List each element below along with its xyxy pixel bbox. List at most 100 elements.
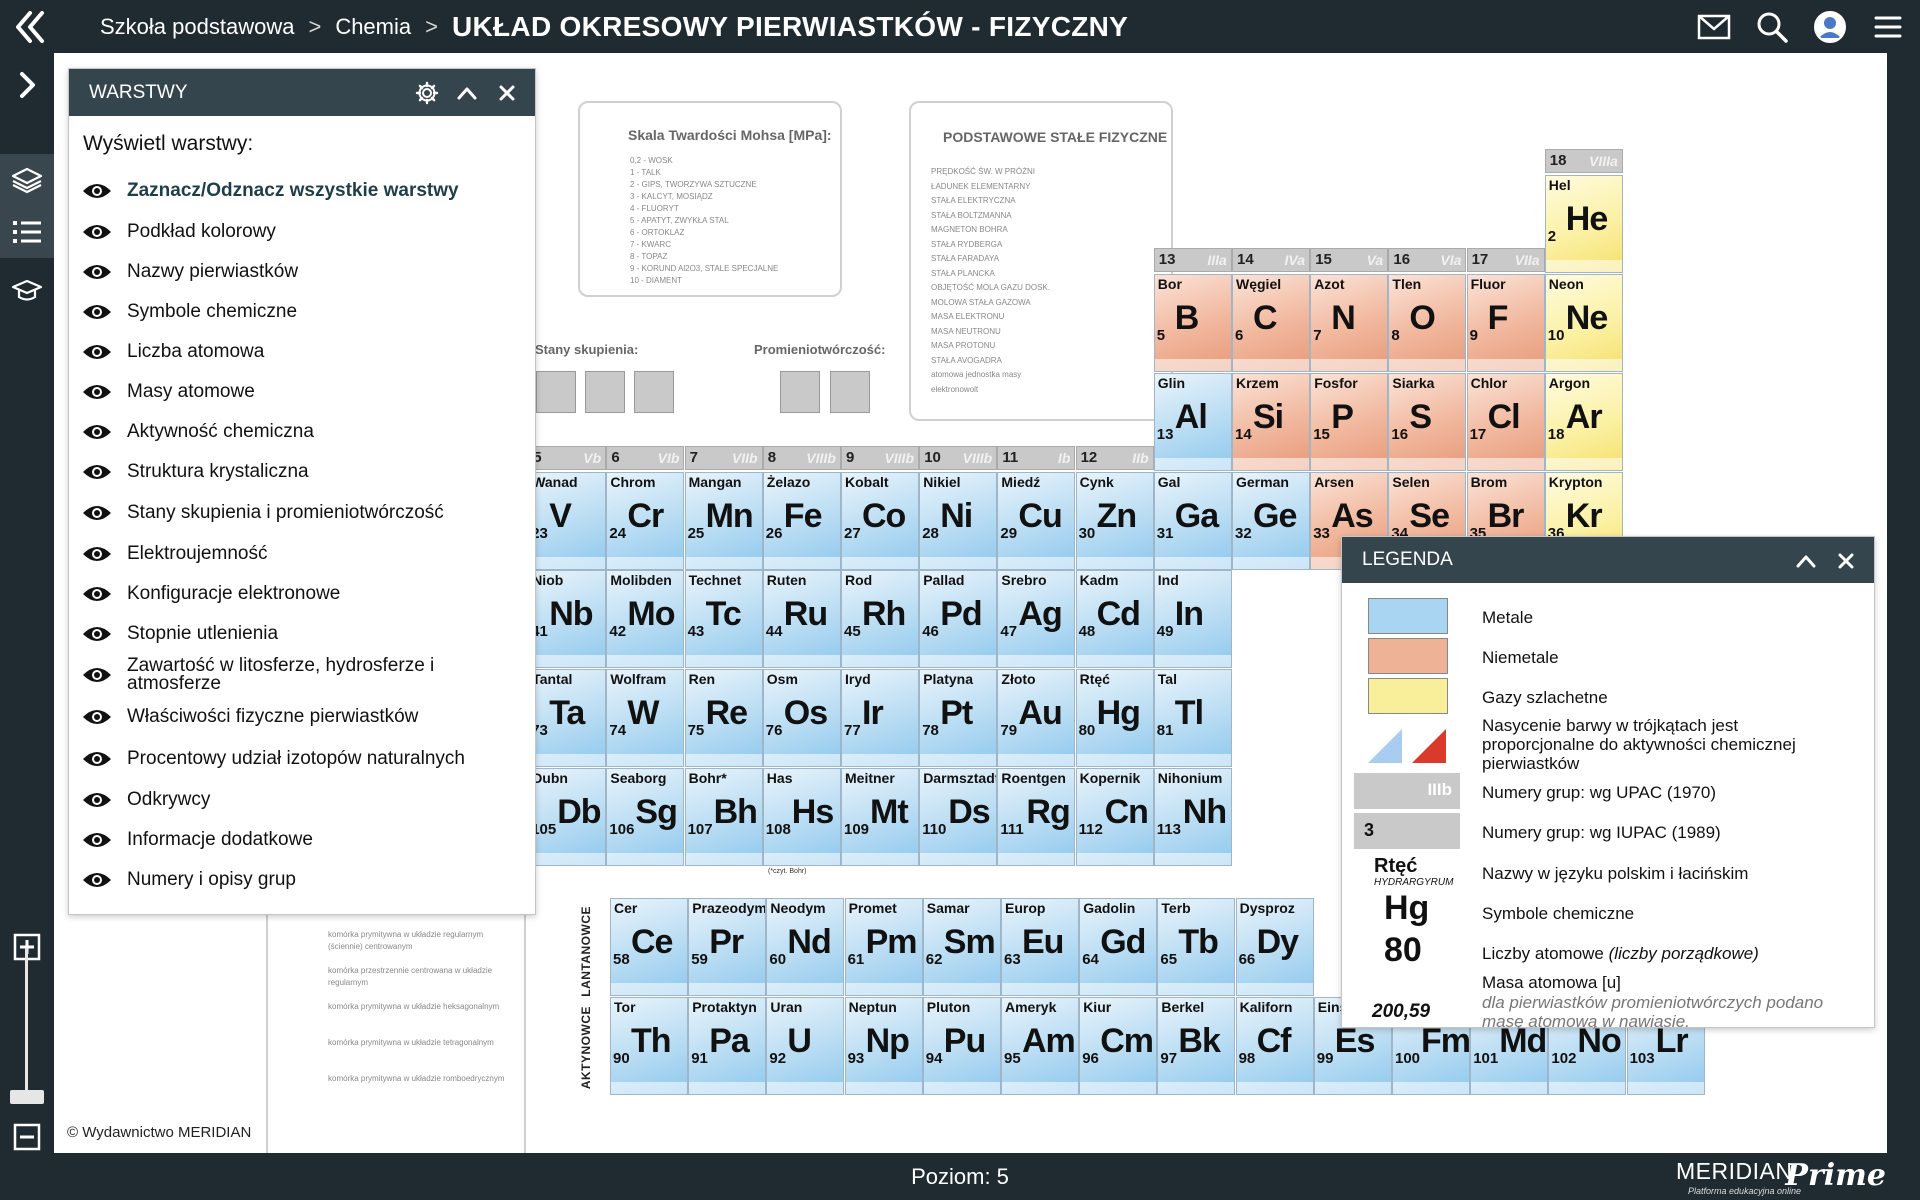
element-cell[interactable]: Terb Tb 65	[1157, 898, 1236, 996]
breadcrumb-item[interactable]: Szkoła podstawowa	[100, 14, 294, 40]
layer-toggle[interactable]: Informacje dodatkowe	[69, 820, 535, 860]
layer-toggle[interactable]: Nazwy pierwiastków	[69, 252, 535, 292]
eye-icon[interactable]	[81, 462, 113, 482]
layers-icon[interactable]	[0, 154, 54, 206]
element-cell[interactable]: Kobalt Co 27	[841, 472, 919, 570]
eye-icon[interactable]	[81, 382, 113, 402]
element-cell[interactable]: Chlor Cl 17	[1466, 373, 1545, 471]
element-cell[interactable]: Prazeodym Pr 59	[688, 898, 767, 996]
eye-icon[interactable]	[81, 584, 113, 604]
element-cell[interactable]: Ruten Ru 44	[762, 570, 841, 668]
element-cell[interactable]: Samar Sm 62	[922, 898, 1001, 996]
user-icon[interactable]	[1812, 9, 1848, 45]
element-cell[interactable]: Hel He 2	[1544, 175, 1623, 273]
element-cell[interactable]: Iryd Ir 77	[841, 669, 919, 767]
graduation-cap-icon[interactable]	[0, 265, 54, 317]
element-cell[interactable]: Siarka S 16	[1388, 373, 1467, 471]
close-icon[interactable]	[493, 79, 521, 107]
eye-icon[interactable]	[81, 503, 113, 523]
element-cell[interactable]: Miedź Cu 29	[997, 472, 1076, 570]
element-cell[interactable]: Kopernik Cn 112	[1075, 768, 1154, 866]
element-cell[interactable]: Seaborg Sg 106	[606, 768, 685, 866]
chevron-right-icon[interactable]	[0, 59, 54, 111]
element-cell[interactable]: Promet Pm 61	[844, 898, 923, 996]
element-cell[interactable]: Glin Al 13	[1153, 373, 1232, 471]
layer-toggle[interactable]: Symbole chemiczne	[69, 292, 535, 332]
element-cell[interactable]: Platyna Pt 78	[919, 669, 998, 767]
element-cell[interactable]: Srebro Ag 47	[997, 570, 1076, 668]
element-cell[interactable]: Technet Tc 43	[684, 570, 763, 668]
element-cell[interactable]: Has Hs 108	[762, 768, 841, 866]
element-cell[interactable]: Nihonium Nh 113	[1153, 768, 1232, 866]
element-cell[interactable]: Gal Ga 31	[1153, 472, 1232, 570]
layer-toggle[interactable]: Właściwości fizyczne pierwiastków	[69, 696, 535, 738]
mail-icon[interactable]	[1696, 9, 1732, 45]
element-cell[interactable]: Pluton Pu 94	[922, 997, 1001, 1095]
element-cell[interactable]: Dubn Db 105	[528, 768, 607, 866]
layer-toggle[interactable]: Procentowy udział izotopów naturalnych	[69, 738, 535, 780]
eye-icon[interactable]	[81, 830, 113, 850]
element-cell[interactable]: Żelazo Fe 26	[762, 472, 841, 570]
element-cell[interactable]: Niob Nb 41	[528, 570, 607, 668]
element-cell[interactable]: Pallad Pd 46	[919, 570, 998, 668]
layer-toggle[interactable]: Stany skupienia i promieniotwórczość	[69, 492, 535, 534]
layer-toggle[interactable]: Zawartość w litosferze, hydrosferze i at…	[69, 654, 535, 696]
layer-toggle[interactable]: Liczba atomowa	[69, 332, 535, 372]
zoom-slider-track[interactable]	[25, 948, 28, 1098]
list-icon[interactable]	[0, 206, 54, 258]
element-cell[interactable]: Protaktyn Pa 91	[688, 997, 767, 1095]
layer-toggle[interactable]: Aktywność chemiczna	[69, 412, 535, 452]
element-cell[interactable]: Gadolin Gd 64	[1079, 898, 1158, 996]
element-cell[interactable]: Neptun Np 93	[844, 997, 923, 1095]
element-cell[interactable]: Tor Th 90	[610, 997, 688, 1095]
eye-icon[interactable]	[81, 665, 113, 685]
eye-icon[interactable]	[81, 422, 113, 442]
element-cell[interactable]: Cer Ce 58	[610, 898, 688, 996]
eye-icon[interactable]	[81, 544, 113, 564]
element-cell[interactable]: Cynk Zn 30	[1075, 472, 1154, 570]
element-cell[interactable]: Meitner Mt 109	[841, 768, 919, 866]
layer-toggle[interactable]: Podkład kolorowy	[69, 212, 535, 252]
element-cell[interactable]: Bor B 5	[1153, 274, 1232, 372]
element-cell[interactable]: Bohr* Bh 107	[684, 768, 763, 866]
element-cell[interactable]: Ameryk Am 95	[1001, 997, 1079, 1095]
element-cell[interactable]: Azot N 7	[1310, 274, 1389, 372]
menu-icon[interactable]	[1870, 9, 1906, 45]
element-cell[interactable]: Molibden Mo 42	[606, 570, 685, 668]
element-cell[interactable]: Osm Os 76	[762, 669, 841, 767]
breadcrumb-item[interactable]: Chemia	[335, 14, 411, 40]
chevron-up-icon[interactable]	[1792, 547, 1820, 575]
element-cell[interactable]: Rod Rh 45	[841, 570, 919, 668]
element-cell[interactable]: Tantal Ta 73	[528, 669, 607, 767]
element-cell[interactable]: Fosfor P 15	[1310, 373, 1389, 471]
layer-toggle[interactable]: Konfiguracje elektronowe	[69, 574, 535, 614]
chevron-up-icon[interactable]	[453, 79, 481, 107]
eye-icon[interactable]	[81, 222, 113, 242]
eye-icon[interactable]	[81, 749, 113, 769]
eye-icon[interactable]	[81, 302, 113, 322]
element-cell[interactable]: Węgiel C 6	[1232, 274, 1310, 372]
layer-toggle[interactable]: Masy atomowe	[69, 372, 535, 412]
eye-icon[interactable]	[81, 707, 113, 727]
eye-icon[interactable]	[81, 624, 113, 644]
element-cell[interactable]: German Ge 32	[1232, 472, 1310, 570]
eye-icon[interactable]	[81, 342, 113, 362]
element-cell[interactable]: Tlen O 8	[1388, 274, 1467, 372]
eye-icon[interactable]	[81, 262, 113, 282]
element-cell[interactable]: Darmsztadt Ds 110	[919, 768, 998, 866]
element-cell[interactable]: Mangan Mn 25	[684, 472, 763, 570]
layer-toggle[interactable]: Zaznacz/Odznacz wszystkie warstwy	[69, 170, 535, 212]
eye-icon[interactable]	[81, 870, 113, 890]
element-cell[interactable]: Fluor F 9	[1466, 274, 1545, 372]
close-icon[interactable]	[1832, 547, 1860, 575]
element-cell[interactable]: Chrom Cr 24	[606, 472, 685, 570]
element-cell[interactable]: Dysproz Dy 66	[1235, 898, 1314, 996]
element-cell[interactable]: Roentgen Rg 111	[997, 768, 1076, 866]
element-cell[interactable]: Ind In 49	[1153, 570, 1232, 668]
gear-icon[interactable]	[413, 79, 441, 107]
layer-toggle[interactable]: Stopnie utlenienia	[69, 614, 535, 654]
double-chevron-left-icon[interactable]	[12, 8, 46, 46]
element-cell[interactable]: Wanad V 23	[528, 472, 607, 570]
element-cell[interactable]: Kaliforn Cf 98	[1235, 997, 1314, 1095]
element-cell[interactable]: Wolfram W 74	[606, 669, 685, 767]
